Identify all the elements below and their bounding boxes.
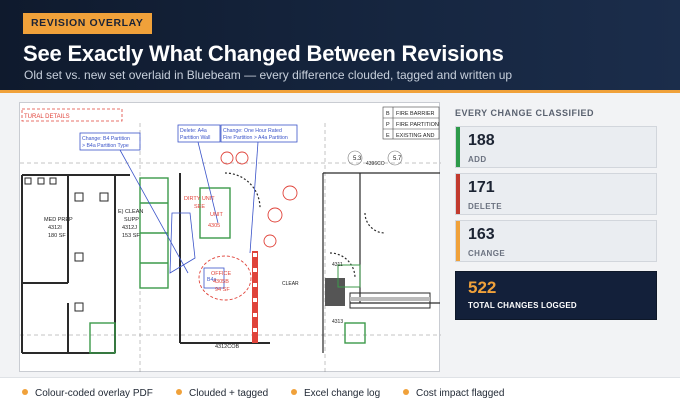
callout-1-line2: > B4a Partition Type xyxy=(82,143,129,149)
revision-overlay-badge: REVISION OVERLAY xyxy=(23,13,152,34)
stat-change-value: 163 xyxy=(468,226,495,243)
room-office: OFFICE xyxy=(211,271,231,277)
stat-delete-label: DELETE xyxy=(468,202,502,211)
callout-1-line1: Change: B4 Partition xyxy=(82,136,130,142)
room-util-num: 4305 xyxy=(208,223,220,229)
page-title: See Exactly What Changed Between Revisio… xyxy=(23,41,504,66)
page-subtitle: Old set vs. new set overlaid in Bluebeam… xyxy=(24,68,513,82)
floor-plan-overlay: TURAL DETAILS B P E FIRE BARRIER FIRE PA… xyxy=(20,106,441,373)
room-med-prep-sf: 180 SF xyxy=(48,233,66,239)
legend-key-e: E xyxy=(386,133,390,139)
room-office-sf: 94 SF xyxy=(215,287,230,293)
room-4311: 4311 xyxy=(332,262,343,268)
stat-delete-value: 171 xyxy=(468,179,495,196)
bullet-dot-icon xyxy=(291,389,297,395)
stat-color-bar xyxy=(456,221,460,261)
stat-card-delete: 171 DELETE xyxy=(455,173,657,215)
callout-2-line1: Delete: A4a xyxy=(180,128,207,134)
stair-hatching xyxy=(325,264,431,309)
stat-card-change: 163 CHANGE xyxy=(455,220,657,262)
room-office-num: 4305B xyxy=(213,279,229,285)
room-clean-supp-num: 4312J xyxy=(122,225,137,231)
callout-3-line2: Fire Partition > A4a Partition xyxy=(223,135,288,141)
room-clean-supp-sf: 153 SF xyxy=(122,233,140,239)
room-dirty-util-2: SEE xyxy=(194,204,205,210)
bullet-dot-icon xyxy=(22,389,28,395)
feature-item: Excel change log xyxy=(291,388,380,399)
legend-table: B P E FIRE BARRIER FIRE PARTITION EXISTI… xyxy=(382,106,440,140)
callout-boxes xyxy=(79,124,298,289)
room-4396co: 4396CO xyxy=(366,161,385,167)
clear-label: CLEAR xyxy=(282,281,299,287)
room-clean-supp-2: SUPP xyxy=(124,217,139,223)
total-changes-value: 522 xyxy=(468,278,497,297)
total-changes-card: 522 TOTAL CHANGES LOGGED xyxy=(455,271,657,320)
legend-existing: EXISTING AND xyxy=(396,133,435,139)
stat-add-label: ADD xyxy=(468,155,487,164)
legend-key-b: B xyxy=(386,111,390,117)
feature-label: Cost impact flagged xyxy=(416,388,505,399)
wall-hatching xyxy=(24,177,109,312)
stat-change-label: CHANGE xyxy=(468,249,506,258)
panel-title: EVERY CHANGE CLASSIFIED xyxy=(455,108,595,118)
stat-color-bar xyxy=(456,127,460,167)
room-dirty-util: DIRTY UNIT xyxy=(184,196,215,202)
legend-key-p: P xyxy=(386,122,390,128)
feature-label: Colour-coded overlay PDF xyxy=(35,388,153,399)
deleted-old-set xyxy=(89,177,366,354)
change-stats-panel: EVERY CHANGE CLASSIFIED 188 ADD 171 DELE… xyxy=(453,100,658,325)
callout-3-line1: Change: One Hour Rated xyxy=(223,128,282,134)
details-label: TURAL DETAILS xyxy=(24,114,70,120)
bullet-dot-icon xyxy=(176,389,182,395)
feature-item: Clouded + tagged xyxy=(176,388,268,399)
feature-label: Clouded + tagged xyxy=(189,388,269,399)
stat-card-add: 188 ADD xyxy=(455,126,657,168)
tag-5-7: 5.7 xyxy=(393,156,402,162)
overlay-drawing: TURAL DETAILS B P E FIRE BARRIER FIRE PA… xyxy=(19,102,441,373)
feature-label: Excel change log xyxy=(304,388,381,399)
header-accent-rule xyxy=(0,90,680,93)
header-banner: REVISION OVERLAY See Exactly What Change… xyxy=(0,0,680,92)
room-util-unit: UNIT xyxy=(210,212,223,218)
total-changes-label: TOTAL CHANGES LOGGED xyxy=(468,301,577,310)
feature-item: Cost impact flagged xyxy=(403,388,504,399)
room-med-prep-num: 4312I xyxy=(48,225,62,231)
feature-footer: Colour-coded overlay PDF Clouded + tagge… xyxy=(0,377,680,409)
room-4313: 4313 xyxy=(332,319,343,325)
stat-color-bar xyxy=(456,174,460,214)
room-4312cob: 4312COB xyxy=(215,344,239,350)
stat-add-value: 188 xyxy=(468,132,495,149)
room-clean-supp: E) CLEAN xyxy=(118,209,143,215)
legend-fire-partition: FIRE PARTITION xyxy=(396,122,439,128)
bullet-dot-icon xyxy=(403,389,409,395)
feature-item: Colour-coded overlay PDF xyxy=(22,388,153,399)
legend-fire-barrier: FIRE BARRIER xyxy=(396,111,435,117)
tag-5-3: 5.3 xyxy=(353,156,362,162)
room-med-prep: MED PREP xyxy=(44,217,73,223)
callout-2-line2: Partition Wall xyxy=(180,135,210,141)
changed-door-frame xyxy=(252,251,258,343)
